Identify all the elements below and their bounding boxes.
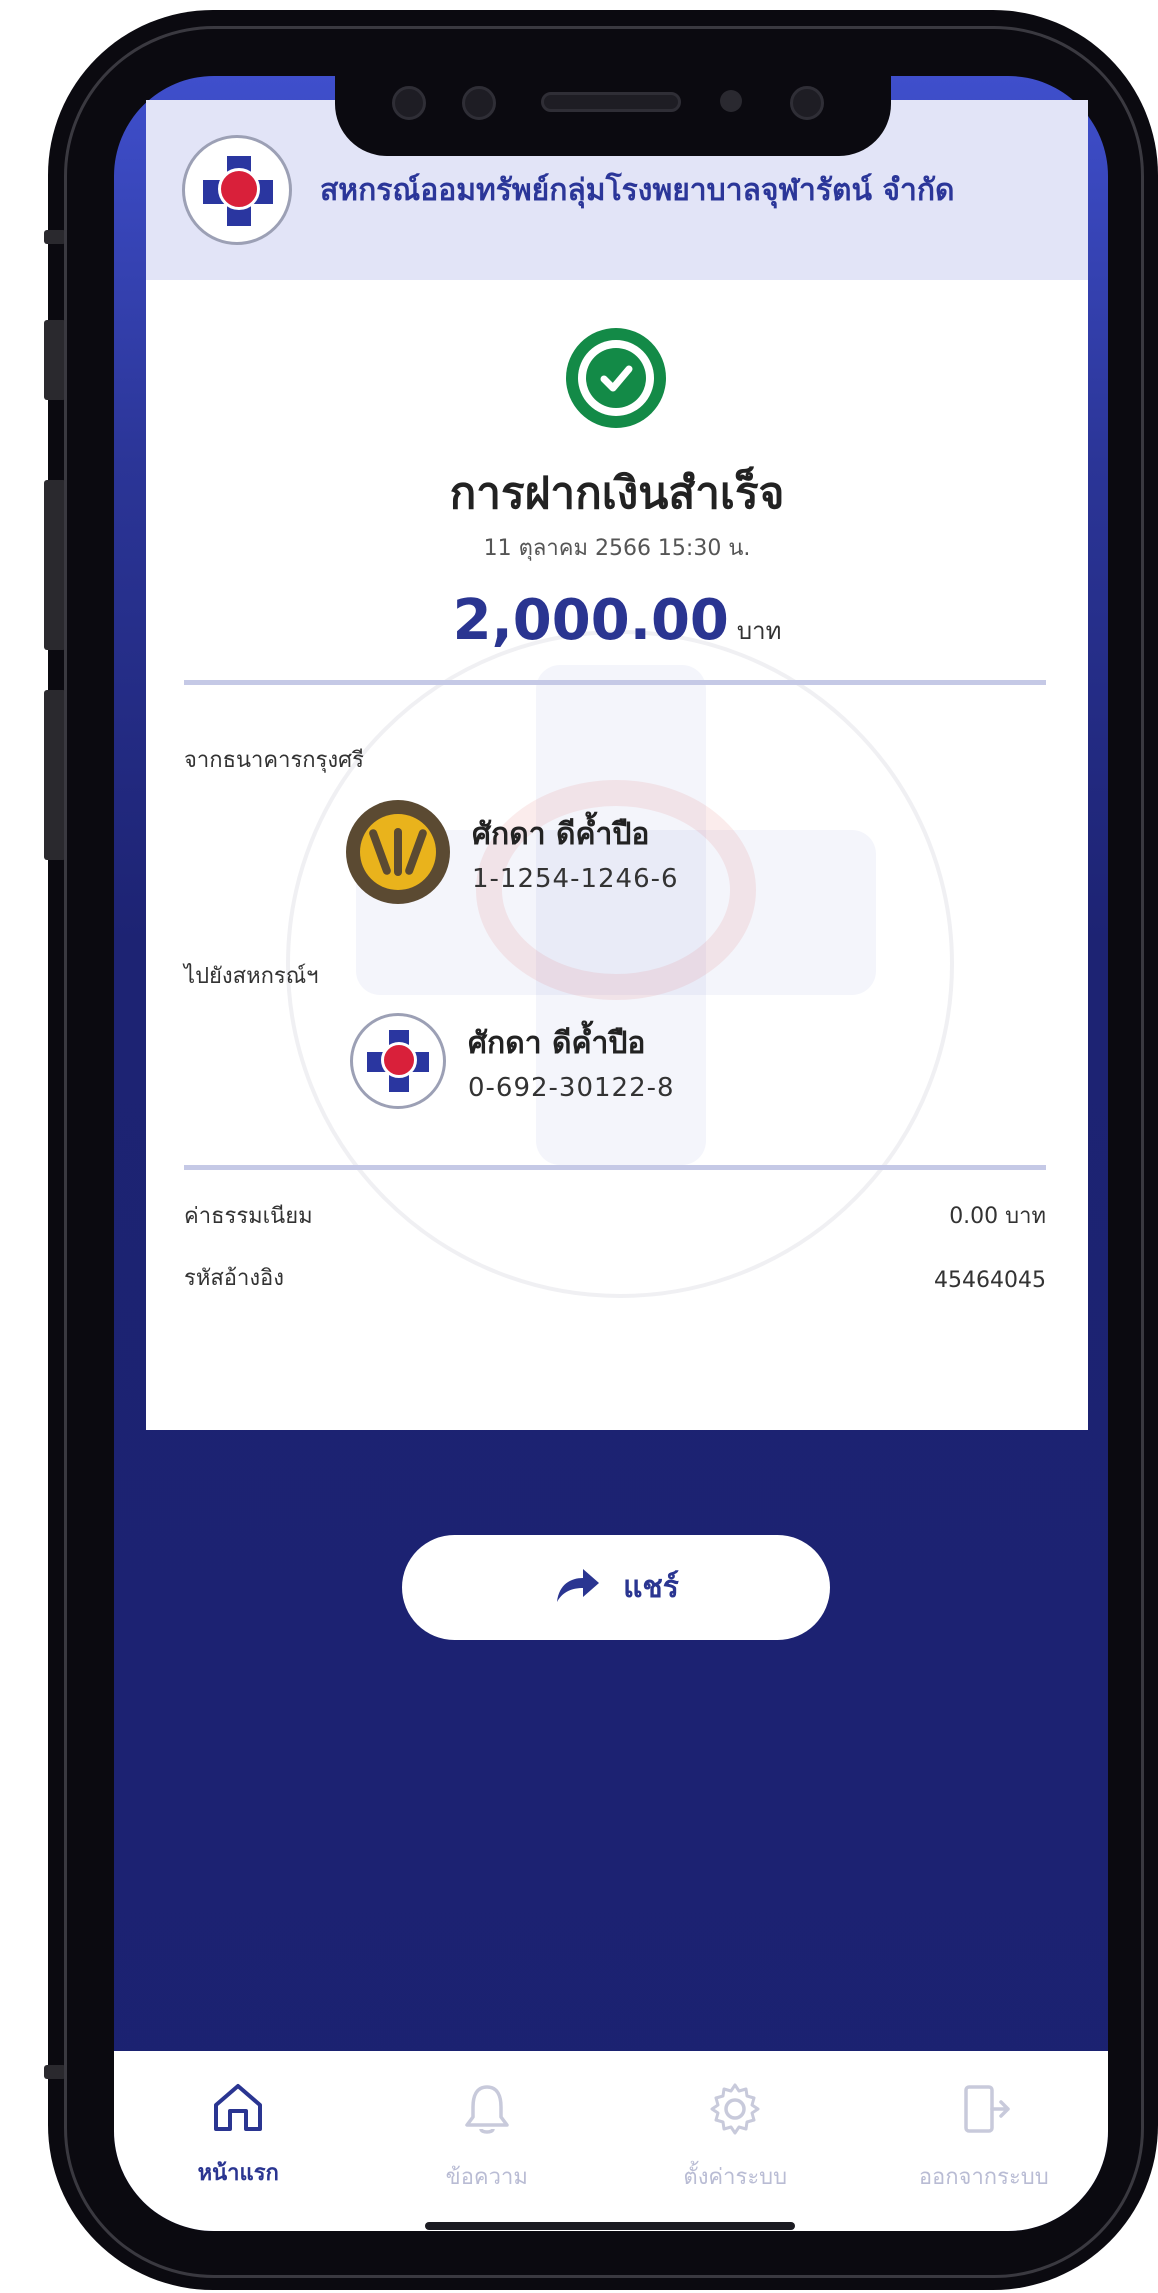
reference-label: รหัสอ้างอิง — [184, 1266, 285, 1291]
check-circle-icon — [566, 328, 666, 428]
from-name: ศักดา ดีค้ำปือ — [472, 816, 650, 852]
gear-icon — [707, 2081, 763, 2141]
amount-currency: บาท — [736, 617, 782, 645]
bell-icon — [459, 2081, 515, 2141]
divider — [184, 680, 1046, 685]
volume-up-button — [44, 320, 66, 400]
home-indicator — [425, 2222, 795, 2230]
home-icon — [210, 2081, 266, 2137]
nav-home[interactable]: หน้าแรก — [114, 2051, 363, 2231]
share-button[interactable]: แชร์ — [402, 1535, 830, 1640]
fee-label: ค่าธรรมเนียม — [184, 1204, 313, 1229]
nav-home-label: หน้าแรก — [197, 2161, 279, 2186]
to-label: ไปยังสหกรณ์ฯ — [184, 964, 319, 989]
from-account: 1-1254-1246-6 — [472, 863, 679, 894]
to-account: 0-692-30122-8 — [468, 1072, 675, 1103]
receipt-title: การฝากเงินสำเร็จ — [449, 468, 785, 519]
bottom-side-notch — [44, 2065, 66, 2079]
front-camera — [790, 86, 824, 120]
receipt-card: การฝากเงินสำเร็จ 11 ตุลาคม 2566 15:30 น.… — [146, 280, 1088, 1430]
to-name: ศักดา ดีค้ำปือ — [468, 1025, 646, 1061]
from-party: ศักดา ดีค้ำปือ 1-1254-1246-6 — [346, 800, 679, 904]
nav-messages-label: ข้อความ — [445, 2165, 528, 2190]
sensor-dot — [462, 86, 496, 120]
coop-logo-icon — [182, 135, 292, 245]
amount-row: 2,000.00 บาท — [146, 588, 1088, 653]
nav-logout[interactable]: ออกจากระบบ — [860, 2051, 1109, 2231]
share-arrow-icon — [553, 1566, 601, 1610]
side-button — [44, 690, 66, 860]
bottom-nav: หน้าแรก ข้อความ ตั้งค่าระบบ ออกจากระบบ — [114, 2051, 1108, 2231]
to-party: ศักดา ดีค้ำปือ 0-692-30122-8 — [346, 1013, 675, 1109]
krungsri-bank-logo — [346, 800, 450, 904]
nav-settings-label: ตั้งค่าระบบ — [683, 2165, 788, 2190]
sensor-dot — [392, 86, 426, 120]
nav-logout-label: ออกจากระบบ — [918, 2165, 1049, 2190]
from-label: จากธนาคารกรุงศรี — [184, 748, 364, 773]
coop-logo-icon — [350, 1013, 446, 1109]
reference-value: 45464045 — [934, 1268, 1046, 1293]
amount-value: 2,000.00 — [452, 588, 729, 653]
nav-settings[interactable]: ตั้งค่าระบบ — [611, 2051, 860, 2231]
receipt-datetime: 11 ตุลาคม 2566 15:30 น. — [483, 536, 751, 561]
volume-down-button — [44, 480, 66, 650]
share-label: แชร์ — [623, 1570, 679, 1605]
earpiece-speaker — [541, 92, 681, 112]
fee-value: 0.00 บาท — [949, 1204, 1046, 1229]
notch — [335, 76, 891, 156]
divider — [184, 1165, 1046, 1170]
front-camera-dot — [720, 90, 742, 112]
logout-icon — [956, 2081, 1012, 2141]
nav-messages[interactable]: ข้อความ — [363, 2051, 612, 2231]
header-title: สหกรณ์ออมทรัพย์กลุ่มโรงพยาบาลจุฬารัตน์ จ… — [320, 172, 955, 208]
mute-switch — [44, 230, 66, 244]
